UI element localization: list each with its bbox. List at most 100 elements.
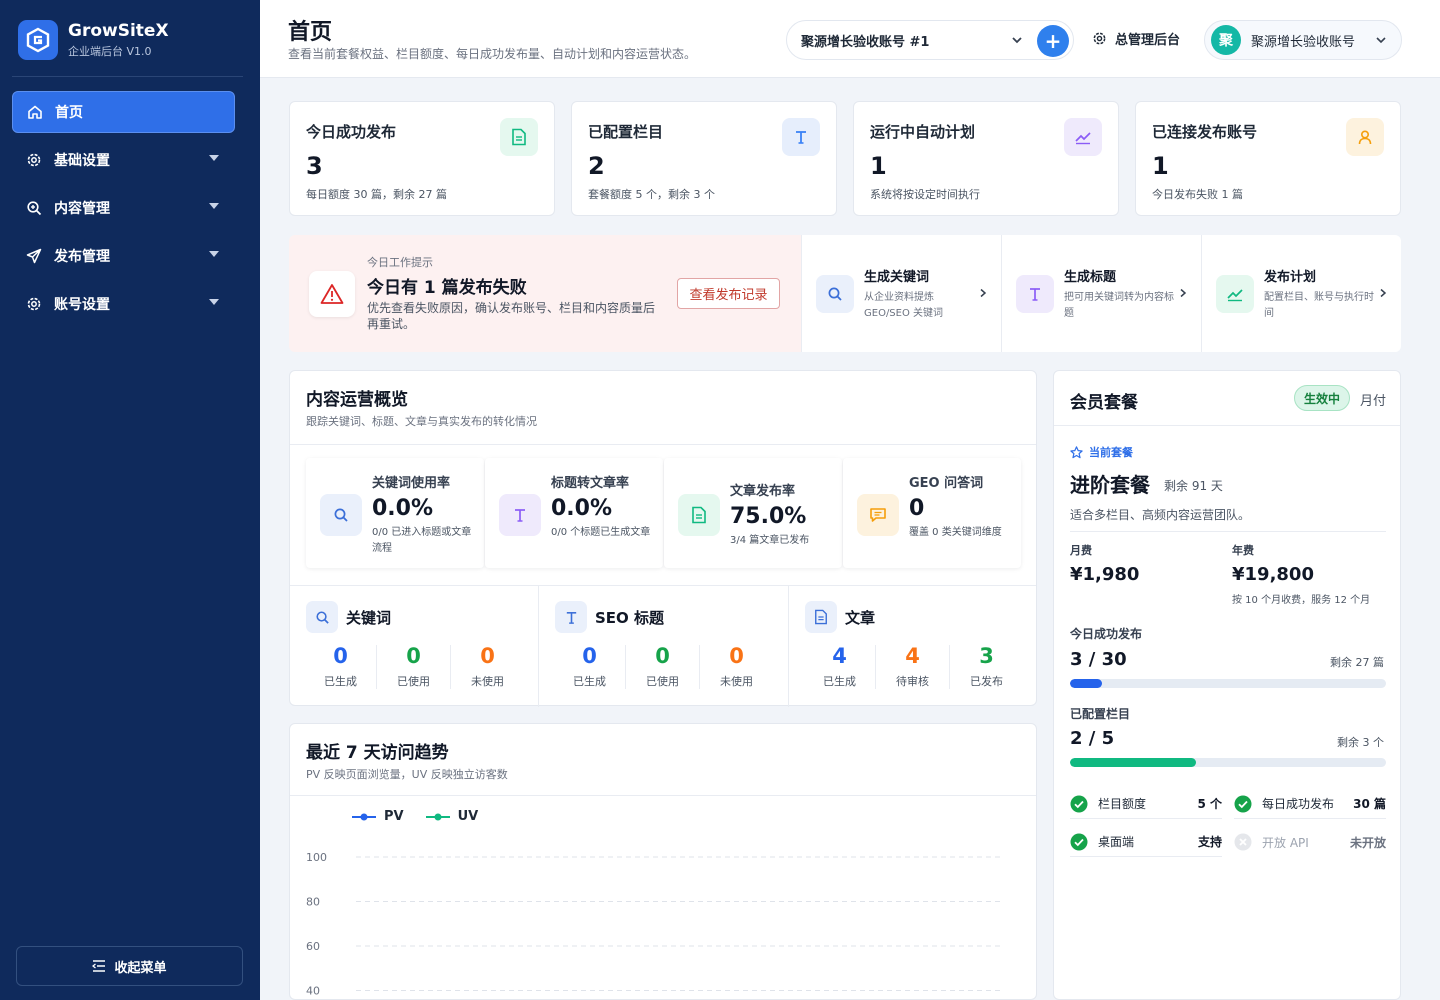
publish-usage-value: 3 / 30 (1070, 649, 1127, 670)
stat-value: 3 (306, 152, 323, 180)
stat-value: 1 (870, 152, 887, 180)
y-tick-label: 60 (306, 940, 320, 953)
sidebar: GrowSiteX 企业端后台 V1.0 首页 基础设置 内容管理 发布管理 账… (0, 0, 260, 1000)
sidebar-item-basic-settings[interactable]: 基础设置 (12, 139, 235, 181)
caret-down-icon (209, 251, 219, 257)
divider (1054, 425, 1400, 426)
metric-value: 0 (909, 496, 925, 521)
stat-value: 1 (1152, 152, 1169, 180)
stat-card-accounts[interactable]: 已连接发布账号 1 今日发布失败 1 篇 (1135, 101, 1401, 216)
divider (290, 795, 1036, 796)
quick-action-generate-keywords[interactable]: 生成关键词 从企业资料提炼 GEO/SEO 关键词 (801, 235, 1001, 352)
stat-generated: 0 已生成 (304, 643, 377, 691)
document-icon (805, 601, 837, 633)
send-icon (26, 248, 42, 264)
metric-label: 关键词使用率 (372, 476, 451, 491)
plan-card-title: 会员套餐 (1070, 393, 1138, 413)
stat-used: 0 已使用 (626, 643, 699, 691)
plan-description: 适合多栏目、高频内容运营团队。 (1070, 508, 1251, 522)
stat-unused: 0 未使用 (700, 643, 773, 691)
divider (1070, 531, 1386, 532)
chevron-down-icon (1012, 37, 1022, 44)
gear-icon (26, 152, 42, 168)
stat-card-auto-plans[interactable]: 运行中自动计划 1 系统将按设定时间执行 (853, 101, 1119, 216)
publish-usage-remaining: 剩余 27 篇 (1330, 656, 1384, 669)
message-icon (857, 494, 899, 536)
star-icon (1070, 445, 1083, 458)
column-usage-remaining: 剩余 3 个 (1337, 736, 1384, 749)
menu-fold-icon (92, 960, 106, 972)
quick-action-desc: 把可用关键词转为内容标题 (1064, 292, 1174, 319)
alert-panel: 今日工作提示 今日有 1 篇发布失败 优先查看失败原因，确认发布账号、栏目和内容… (289, 235, 801, 352)
monthly-price: ¥1,980 (1070, 564, 1140, 585)
sidebar-item-account-settings[interactable]: 账号设置 (12, 283, 235, 325)
stat-published: 3 已发布 (950, 643, 1023, 691)
chevron-down-icon (1376, 37, 1386, 44)
trend-icon (1064, 118, 1102, 156)
quick-action-generate-titles[interactable]: 生成标题 把可用关键词转为内容标题 (1001, 235, 1201, 352)
feature-desktop: 桌面端 支持 (1070, 827, 1222, 857)
caret-down-icon (209, 299, 219, 305)
legend-item-pv[interactable]: PV (352, 809, 404, 824)
column-usage-fill (1070, 758, 1197, 767)
collapse-menu-button[interactable]: 收起菜单 (16, 946, 243, 986)
quick-action-publish-plan[interactable]: 发布计划 配置栏目、账号与执行时间 (1201, 235, 1401, 352)
stat-card-today-publish[interactable]: 今日成功发布 3 每日额度 30 篇，剩余 27 篇 (289, 101, 555, 216)
legend-marker-pv (352, 813, 376, 820)
brand[interactable]: GrowSiteX 企业端后台 V1.0 (18, 20, 169, 60)
section-title: 内容运营概览 (306, 390, 408, 410)
feature-label: 开放 API (1262, 835, 1309, 850)
sidebar-item-label: 首页 (55, 105, 83, 121)
gear-icon (26, 296, 42, 312)
quick-action-title: 生成关键词 (864, 270, 930, 285)
feature-value: 未开放 (1349, 835, 1386, 850)
stat-generated: 0 已生成 (553, 643, 626, 691)
stat-label: 已生成 (324, 675, 357, 688)
text-icon (782, 118, 820, 156)
feature-column-quota: 栏目额度 5 个 (1070, 789, 1222, 819)
user-menu[interactable]: 聚 聚源增长验收账号 (1204, 20, 1402, 60)
stat-label: 已生成 (823, 675, 856, 688)
alert-description: 优先查看失败原因，确认发布账号、栏目和内容质量后再重试。 (367, 301, 656, 331)
yearly-price: ¥19,800 (1232, 564, 1314, 585)
sidebar-item-content[interactable]: 内容管理 (12, 187, 235, 229)
admin-console-link[interactable]: 总管理后台 (1092, 29, 1180, 48)
feature-value: 支持 (1197, 835, 1222, 849)
stat-label: 已发布 (970, 675, 1003, 688)
brand-divider (12, 76, 243, 77)
stat-card-columns[interactable]: 已配置栏目 2 套餐额度 5 个，剩余 3 个 (571, 101, 837, 216)
sidebar-item-home[interactable]: 首页 (12, 91, 235, 133)
yearly-price-label: 年费 (1232, 544, 1254, 557)
metric-value: 0.0% (372, 496, 434, 521)
y-tick-label: 100 (306, 851, 327, 864)
sidebar-item-publish[interactable]: 发布管理 (12, 235, 235, 277)
y-tick-label: 40 (306, 985, 320, 998)
add-account-button[interactable]: + (1037, 25, 1069, 57)
stat-number: 4 (832, 644, 847, 668)
document-icon (678, 494, 720, 536)
view-publish-records-button[interactable]: 查看发布记录 (677, 278, 780, 309)
seo-title-stats-group: SEO 标题 0 已生成 0 已使用 0 未使用 (539, 585, 788, 707)
account-select[interactable]: 聚源增长验收账号 #1 + (786, 20, 1074, 60)
current-plan-text: 当前套餐 (1089, 446, 1133, 459)
check-circle-icon (1070, 795, 1088, 813)
stat-number: 0 (480, 644, 495, 668)
avatar: 聚 (1211, 25, 1241, 55)
keyword-stats-group: 关键词 0 已生成 0 已使用 0 未使用 (290, 585, 538, 707)
metric-value: 0.0% (551, 496, 613, 521)
text-icon (1016, 275, 1054, 313)
stat-label: 待审核 (896, 675, 929, 688)
stat-title: 运行中自动计划 (870, 123, 976, 141)
brand-logo-icon (18, 20, 58, 60)
stat-label: 未使用 (471, 675, 504, 688)
stat-title: 已连接发布账号 (1152, 123, 1258, 141)
close-circle-icon (1234, 833, 1252, 851)
search-icon (320, 494, 362, 536)
zoom-icon (26, 200, 42, 216)
stat-generated: 4 已生成 (803, 643, 876, 691)
alert-title: 今日有 1 篇发布失败 (367, 278, 527, 298)
legend-item-uv[interactable]: UV (425, 809, 478, 824)
brand-version: 企业端后台 V1.0 (68, 45, 152, 58)
metric-label: 文章发布率 (730, 484, 796, 499)
warning-icon (309, 271, 355, 317)
